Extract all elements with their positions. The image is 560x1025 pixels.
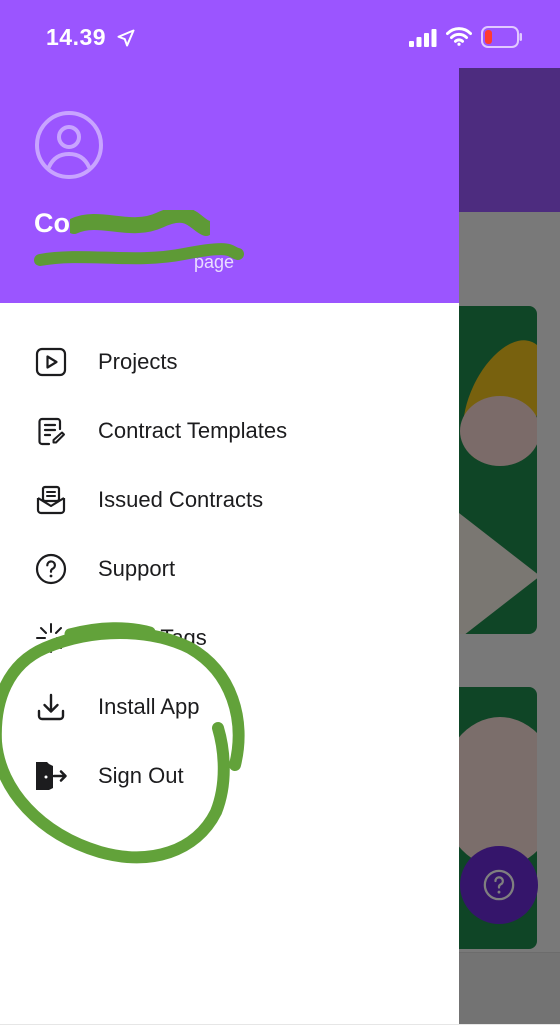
- document-edit-icon: [34, 414, 68, 448]
- menu-item-label: Contract Templates: [98, 417, 288, 443]
- status-bar: 14.39: [0, 0, 560, 68]
- menu-item-label: Install App: [98, 693, 200, 719]
- navigation-drawer: Co page Projects Contract Templates Issu…: [0, 0, 459, 1024]
- menu-item-label: Projects: [98, 348, 178, 374]
- menu-item-projects[interactable]: Projects: [0, 327, 459, 396]
- battery-low-icon: [481, 26, 522, 48]
- drawer-menu: Projects Contract Templates Issued Contr…: [0, 327, 459, 810]
- menu-item-issued-contracts[interactable]: Issued Contracts: [0, 465, 459, 534]
- user-avatar-icon[interactable]: [34, 110, 104, 180]
- download-icon: [34, 690, 68, 724]
- status-time: 14.39: [46, 24, 107, 50]
- cellular-signal-icon: [409, 29, 437, 47]
- redaction-scribble: [34, 243, 244, 266]
- wifi-icon: [446, 27, 472, 46]
- menu-item-label: Issued Contracts: [98, 486, 264, 512]
- menu-item-contract-templates[interactable]: Contract Templates: [0, 396, 459, 465]
- mail-inbox-icon: [34, 483, 68, 517]
- menu-item-install-app[interactable]: Install App: [0, 672, 459, 741]
- menu-item-label: -Tags: [153, 624, 207, 650]
- menu-item-support[interactable]: Support: [0, 534, 459, 603]
- profile-name: Co: [34, 208, 70, 238]
- exit-door-icon: [34, 759, 68, 793]
- location-arrow-icon: [117, 29, 135, 47]
- help-circle-icon: [34, 552, 68, 586]
- menu-item-smart-tags[interactable]: -Tags: [0, 603, 459, 672]
- sparkle-icon: [34, 621, 68, 655]
- menu-item-label: Support: [98, 555, 176, 581]
- menu-item-sign-out[interactable]: Sign Out: [0, 741, 459, 810]
- redaction-scribble: [70, 210, 210, 236]
- play-square-icon: [34, 345, 68, 379]
- menu-item-label: Sign Out: [98, 762, 184, 788]
